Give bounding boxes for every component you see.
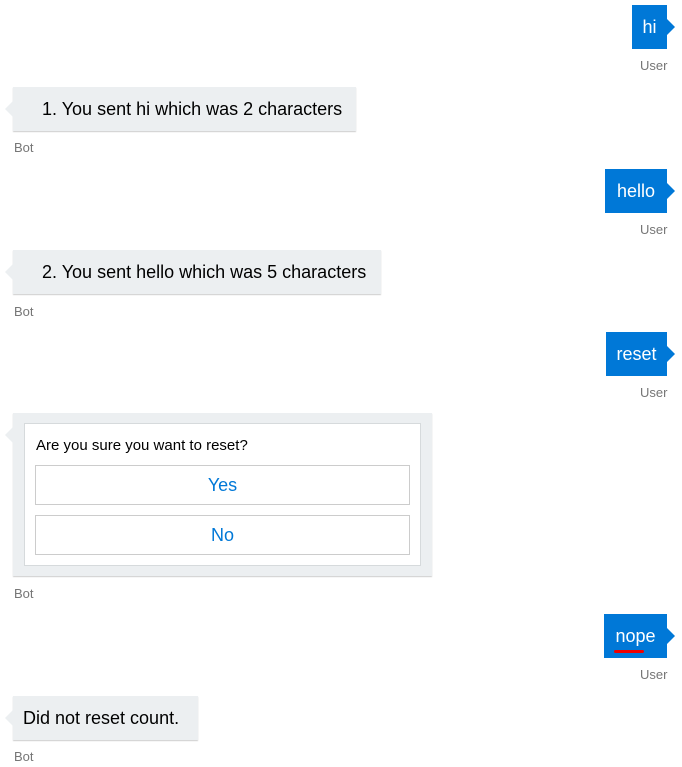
sender-label: User: [640, 58, 668, 73]
bot-bubble: Did not reset count.: [5, 696, 198, 740]
sender-label: Bot: [14, 586, 34, 601]
no-button[interactable]: No: [35, 515, 410, 555]
confirm-card: Are you sure you want to reset? Yes No: [24, 423, 421, 566]
bot-bubble: 1. You sent hi which was 2 characters: [5, 87, 356, 131]
user-bubble: hello: [605, 169, 675, 213]
sender-label: Bot: [14, 749, 34, 764]
user-bubble: hi: [632, 5, 675, 49]
sender-label: Bot: [14, 140, 34, 155]
bot-card-bubble: Are you sure you want to reset? Yes No: [5, 413, 432, 576]
sender-label: User: [640, 667, 668, 682]
sender-label: User: [640, 385, 668, 400]
spellcheck-underline: [614, 650, 644, 653]
bot-bubble: 2. You sent hello which was 5 characters: [5, 250, 381, 294]
yes-button[interactable]: Yes: [35, 465, 410, 505]
sender-label: Bot: [14, 304, 34, 319]
card-prompt: Are you sure you want to reset?: [36, 437, 248, 454]
sender-label: User: [640, 222, 668, 237]
user-bubble: reset: [606, 332, 675, 376]
